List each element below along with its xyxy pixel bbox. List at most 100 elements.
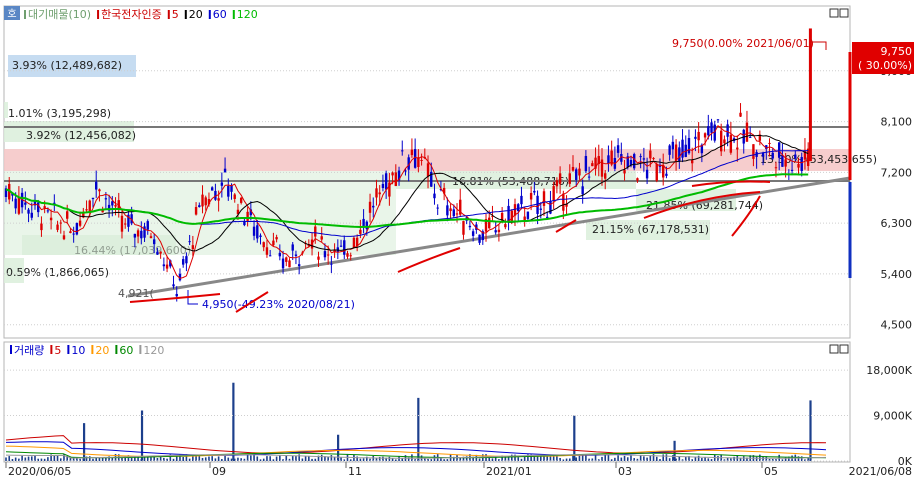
- candle-body: [191, 245, 195, 250]
- candle-body: [114, 205, 117, 207]
- candle-body: [239, 197, 243, 203]
- stock-chart: 호 대기매물(10) 한국전자인증 5 20 60 120 3.93% (12,489,6…: [3, 5, 914, 478]
- volume-bar: [646, 457, 648, 461]
- volume-bar: [539, 456, 542, 461]
- candle-body: [575, 169, 578, 180]
- legend-swatch: [50, 345, 53, 354]
- candle-body: [410, 149, 414, 156]
- candle-body: [794, 154, 797, 159]
- candle-body: [320, 236, 323, 240]
- candle-body: [694, 136, 697, 139]
- volume-bar: [411, 454, 413, 461]
- maximize-button[interactable]: [829, 8, 839, 18]
- legend-label: 한국전자인증: [101, 8, 162, 21]
- candle-body: [175, 293, 178, 297]
- candle-body: [668, 145, 671, 155]
- candle-body: [156, 251, 159, 255]
- candle-body: [252, 226, 256, 236]
- candle-body: [111, 201, 114, 206]
- candle-body: [330, 263, 333, 265]
- candle-body: [297, 264, 301, 267]
- x-tick-label: 2021/01: [486, 465, 532, 478]
- volume-bar: [575, 457, 578, 461]
- low-label: 4,921(: [118, 287, 154, 300]
- candle-body: [162, 264, 166, 267]
- candle-body: [526, 211, 530, 219]
- volume-bar: [594, 455, 597, 461]
- candle-body: [268, 255, 272, 257]
- candle-body: [623, 170, 626, 174]
- candle-body: [326, 254, 330, 256]
- candle-body: [56, 224, 59, 230]
- candle-body: [436, 207, 439, 209]
- y-tick-label: 8,100: [881, 116, 913, 129]
- volume-bar: [604, 454, 607, 461]
- candle-body: [652, 158, 655, 160]
- volume-bar: [395, 459, 397, 461]
- zone-label: 0.59% (1,866,065): [6, 266, 109, 279]
- volume-maximize-button[interactable]: [829, 344, 839, 354]
- candle-body: [217, 198, 220, 201]
- volume-bar: [27, 456, 30, 461]
- zone-label: 3.93% (12,489,682): [12, 59, 122, 72]
- volume-bar: [330, 455, 333, 461]
- volume-bar: [649, 455, 652, 461]
- volume-bar: [623, 455, 626, 461]
- candle-body: [323, 251, 327, 258]
- candle-body: [558, 173, 562, 184]
- min-annotation: 4,950(-49.23% 2020/08/21): [202, 298, 355, 311]
- candle-body: [719, 130, 723, 152]
- candle-body: [98, 189, 101, 192]
- candle-body: [66, 211, 69, 219]
- candle-body: [584, 155, 588, 172]
- candle-body: [227, 185, 230, 197]
- candle-body: [774, 167, 778, 169]
- candle-body: [294, 254, 298, 256]
- candle-body: [446, 205, 449, 216]
- candle-body: [346, 253, 349, 257]
- candle-body: [372, 205, 375, 208]
- legend-label: 5: [54, 344, 61, 357]
- volume-bar: [159, 456, 162, 461]
- candle-body: [707, 126, 710, 136]
- volume-bar: [755, 456, 758, 461]
- candle-body: [655, 164, 658, 181]
- candle-body: [314, 226, 317, 237]
- candle-body: [394, 172, 398, 187]
- candle-body: [633, 154, 636, 169]
- candle-body: [784, 159, 787, 167]
- candle-body: [181, 259, 185, 265]
- volume-bar: [182, 456, 184, 461]
- candle-body: [285, 257, 288, 262]
- volume-bar: [204, 457, 207, 461]
- volume-bar: [237, 457, 239, 461]
- candle-body: [571, 166, 575, 171]
- candle-body: [420, 159, 423, 161]
- candle-body: [587, 176, 591, 178]
- volume-bar: [266, 456, 268, 461]
- candle-body: [504, 224, 507, 228]
- volume-bar: [43, 458, 46, 461]
- volume-close-button[interactable]: [839, 344, 849, 354]
- candle-body: [797, 164, 800, 168]
- candle-body: [517, 204, 520, 212]
- price-y-axis: 9,0008,1007,2006,3005,4004,5009,750( 30.…: [852, 42, 914, 332]
- legend-swatch: [24, 10, 26, 19]
- candle-body: [146, 221, 149, 230]
- x-end-label: 2021/06/08: [849, 465, 912, 478]
- x-tick-label: 11: [348, 465, 362, 478]
- candle-body: [616, 145, 620, 153]
- volume-spike: [232, 382, 235, 461]
- volume-bar: [478, 458, 481, 461]
- close-panel-button[interactable]: [839, 8, 849, 18]
- legend-swatch: [184, 10, 187, 19]
- volume-bar: [333, 457, 336, 461]
- candle-body: [581, 186, 584, 195]
- candle-body: [662, 165, 665, 178]
- volume-bar: [697, 455, 700, 461]
- volume-bar: [607, 455, 610, 461]
- legend-label: 10: [71, 344, 85, 357]
- candle-body: [607, 155, 610, 164]
- candle-body: [27, 209, 30, 214]
- volume-bar: [617, 455, 619, 461]
